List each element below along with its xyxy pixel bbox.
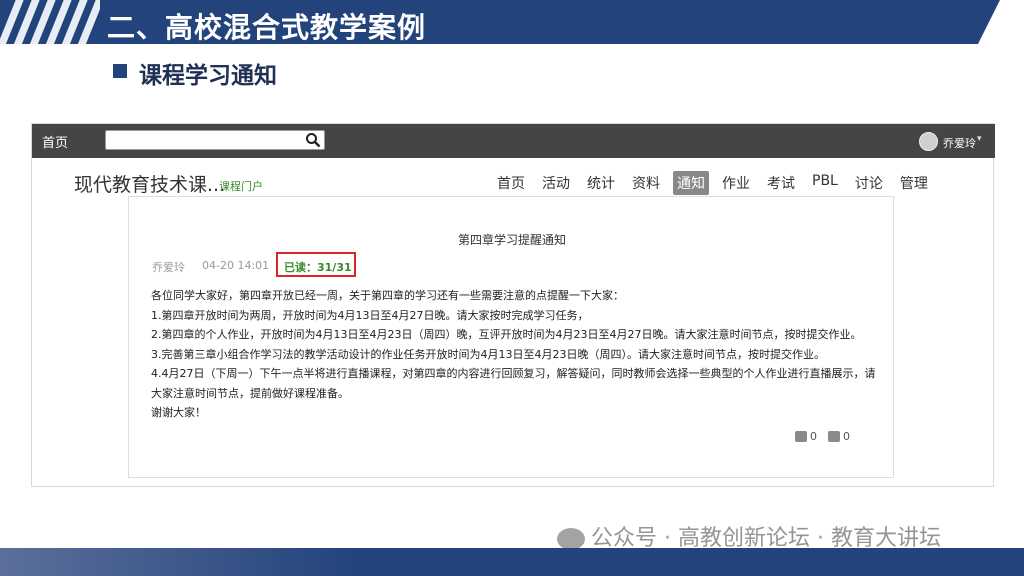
topbar-home-link[interactable]: 首页 (42, 132, 68, 151)
nav-item-4[interactable]: 通知 (673, 171, 709, 195)
course-portal-link[interactable]: 课程门户 (219, 178, 263, 194)
username[interactable]: 乔爱玲 (943, 135, 976, 151)
footer-band (0, 548, 1024, 576)
nav-item-1[interactable]: 活动 (538, 171, 574, 195)
like-button[interactable]: 0 (795, 430, 817, 443)
nav-item-6[interactable]: 考试 (763, 171, 799, 195)
nav-item-3[interactable]: 资料 (628, 171, 664, 195)
course-name[interactable]: 现代教育技术课... (74, 170, 225, 197)
notice-body: 各位同学大家好，第四章开放已经一周，关于第四章的学习还有一些需要注意的点提醒一下… (151, 286, 881, 423)
notice-line: 3.完善第三章小组合作学习法的教学活动设计的作业任务开放时间为4月13日至4月2… (151, 347, 825, 361)
search-icon[interactable] (305, 132, 321, 148)
notice-line: 4.4月27日（下周一）下午一点半将进行直播课程，对第四章的内容进行回顾复习，解… (151, 367, 876, 400)
notice-title: 第四章学习提醒通知 (457, 233, 566, 247)
nav-item-2[interactable]: 统计 (583, 171, 619, 195)
thumbs-up-icon (795, 431, 807, 442)
slide-title: 二、高校混合式教学案例 (107, 11, 427, 44)
bullet-square-icon (113, 64, 127, 78)
screenshot-panel: 首页 乔爱玲 ▾ 现代教育技术课... 课程门户 首页 活动 统计 资料 通知 作业 考试 P… (31, 123, 995, 487)
notice-line: 2.第四章的个人作业，开放时间为4月13日至4月23日（周四）晚，互评开放时间为… (151, 328, 862, 341)
nav-item-7[interactable]: PBL (808, 171, 842, 195)
slide: 二、高校混合式教学案例 课程学习通知 首页 乔爱玲 ▾ 现代教育技术课... 课… (0, 0, 1024, 576)
notice-time: 04-20 14:01 (202, 259, 270, 272)
banner-stripes (0, 0, 100, 44)
nav-item-9[interactable]: 管理 (896, 171, 932, 195)
notice-line: 1.第四章开放时间为两周，开放时间为4月13日至4月27日晚。请大家按时完成学习… (151, 308, 589, 322)
notice-card: 第四章学习提醒通知 乔爱玲 04-20 14:01 已读：31/31 各位同学大… (128, 196, 894, 478)
comment-button[interactable]: 0 (828, 430, 850, 443)
notice-author: 乔爱玲 (152, 261, 185, 274)
nav-item-8[interactable]: 讨论 (851, 171, 887, 195)
wechat-icon (557, 528, 585, 550)
course-nav: 首页 活动 统计 资料 通知 作业 考试 PBL 讨论 管理 (493, 171, 941, 195)
comment-count: 0 (843, 430, 850, 443)
notice-line: 谢谢大家！ (151, 406, 206, 419)
notice-line: 各位同学大家好，第四章开放已经一周，关于第四章的学习还有一些需要注意的点提醒一下… (151, 289, 624, 302)
like-count: 0 (810, 430, 817, 443)
comment-icon (828, 431, 840, 442)
read-count-highlight: 已读：31/31 (276, 252, 356, 277)
search-input[interactable] (105, 130, 325, 150)
read-count[interactable]: 已读：31/31 (284, 259, 352, 275)
chevron-down-icon[interactable]: ▾ (977, 134, 982, 144)
avatar[interactable] (919, 132, 938, 151)
nav-item-5[interactable]: 作业 (718, 171, 754, 195)
section-title: 课程学习通知 (139, 63, 277, 89)
top-bar: 首页 乔爱玲 ▾ (32, 124, 995, 158)
nav-item-0[interactable]: 首页 (493, 171, 529, 195)
